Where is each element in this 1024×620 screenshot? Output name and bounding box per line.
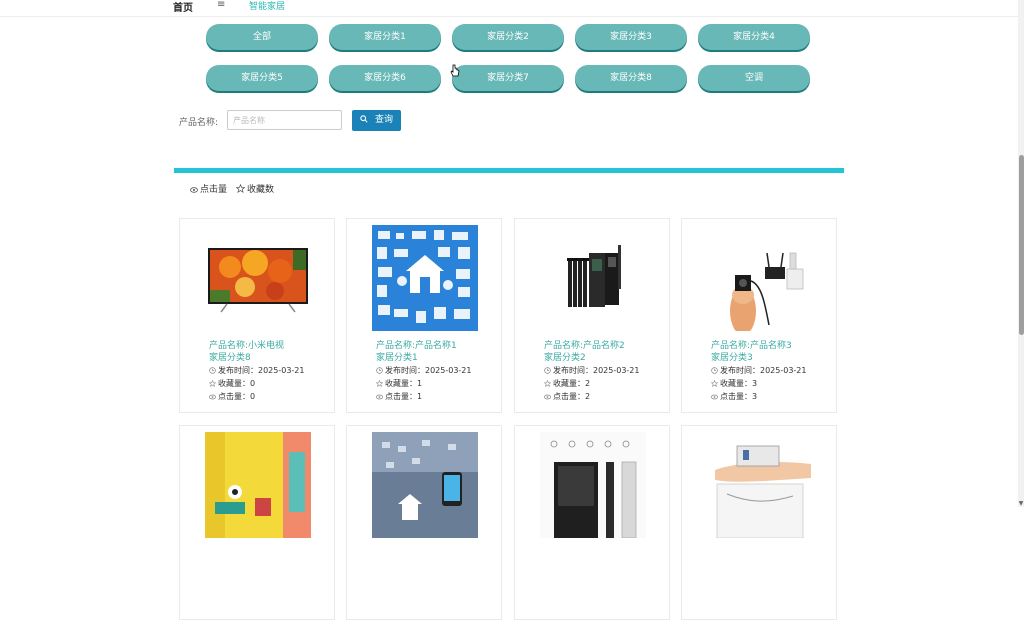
product-clicks: 点击量：1 — [376, 391, 422, 402]
product-image-smart-phone-home — [372, 432, 478, 538]
category-button-2[interactable]: 家居分类2 — [452, 24, 564, 50]
product-category: 家居分类1 — [376, 353, 418, 363]
clock-icon — [711, 367, 718, 374]
product-card[interactable]: 产品名称:产品名称3 家居分类3 发布时间：2025-03-21 收藏量：3 点… — [681, 218, 837, 413]
product-favorites: 收藏量：0 — [208, 378, 255, 389]
category-button-all[interactable]: 全部 — [206, 24, 318, 50]
eye-icon — [711, 394, 718, 400]
eye-icon — [544, 394, 551, 400]
product-card[interactable] — [346, 425, 502, 620]
star-icon — [235, 183, 246, 194]
product-clicks: 点击量：3 — [711, 391, 757, 402]
product-image-smart-home — [372, 225, 478, 331]
product-card[interactable] — [179, 425, 335, 620]
scrollbar-thumb[interactable] — [1019, 155, 1024, 335]
clock-icon — [544, 367, 551, 374]
product-card[interactable]: 产品名称:产品名称2 家居分类2 发布时间：2025-03-21 收藏量：2 点… — [514, 218, 670, 413]
product-image-gate — [540, 225, 646, 331]
category-button-4[interactable]: 家居分类4 — [698, 24, 810, 50]
breadcrumb-home[interactable]: 首页 — [173, 0, 193, 14]
product-category: 家居分类8 — [209, 353, 251, 363]
category-button-8[interactable]: 家居分类8 — [575, 65, 687, 91]
product-favorites: 收藏量：2 — [543, 378, 590, 389]
eye-icon — [376, 394, 383, 400]
product-image-tv — [205, 225, 311, 331]
product-publish-time: 发布时间：2025-03-21 — [544, 365, 640, 376]
breadcrumb: 首页 ≡ 智能家居 — [0, 0, 1018, 17]
product-category: 家居分类3 — [711, 353, 753, 363]
product-card[interactable] — [681, 425, 837, 620]
eye-icon — [209, 394, 216, 400]
search-button[interactable]: 查询 — [352, 110, 401, 131]
product-clicks: 点击量：0 — [209, 391, 255, 402]
product-publish-time: 发布时间：2025-03-21 — [711, 365, 807, 376]
star-icon — [543, 379, 552, 388]
product-card[interactable]: 产品名称:小米电视 家居分类8 发布时间：2025-03-21 收藏量：0 点击… — [179, 218, 335, 413]
breadcrumb-current[interactable]: 智能家居 — [249, 0, 285, 12]
sort-by-clicks[interactable]: 点击量 — [190, 182, 227, 195]
product-publish-time: 发布时间：2025-03-21 — [209, 365, 305, 376]
product-publish-time: 发布时间：2025-03-21 — [376, 365, 472, 376]
scroll-down-arrow-icon[interactable]: ▼ — [1018, 501, 1024, 507]
star-icon — [375, 379, 384, 388]
search-button-label: 查询 — [375, 115, 394, 125]
category-button-5[interactable]: 家居分类5 — [206, 65, 318, 91]
product-favorites: 收藏量：3 — [710, 378, 757, 389]
vertical-scrollbar[interactable]: ▼ — [1018, 0, 1024, 507]
category-button-7[interactable]: 家居分类7 — [452, 65, 564, 91]
product-name-label: 产品名称: — [179, 118, 219, 128]
sort-by-favorites[interactable]: 收藏数 — [235, 182, 275, 195]
product-image-smart-panel — [540, 432, 646, 538]
product-image-camera — [707, 225, 813, 331]
product-category: 家居分类2 — [544, 353, 586, 363]
menu-icon[interactable]: ≡ — [217, 0, 225, 10]
sort-by-favorites-label: 收藏数 — [247, 185, 275, 195]
mouse-cursor-icon — [450, 64, 460, 77]
product-favorites: 收藏量：1 — [375, 378, 422, 389]
star-icon — [710, 379, 719, 388]
product-image-living-room — [205, 432, 311, 538]
eye-icon — [190, 187, 198, 193]
product-card[interactable] — [514, 425, 670, 620]
sort-by-clicks-label: 点击量 — [200, 185, 228, 195]
category-button-1[interactable]: 家居分类1 — [329, 24, 441, 50]
star-icon — [208, 379, 217, 388]
product-clicks: 点击量：2 — [544, 391, 590, 402]
clock-icon — [376, 367, 383, 374]
product-card[interactable]: 产品名称:产品名称1 家居分类1 发布时间：2025-03-21 收藏量：1 点… — [346, 218, 502, 413]
section-divider — [174, 168, 844, 173]
category-button-3[interactable]: 家居分类3 — [575, 24, 687, 50]
product-name-search-input[interactable] — [227, 110, 342, 130]
category-button-6[interactable]: 家居分类6 — [329, 65, 441, 91]
search-icon — [360, 115, 368, 123]
clock-icon — [209, 367, 216, 374]
product-image-projector — [707, 432, 813, 538]
category-button-air-conditioner[interactable]: 空调 — [698, 65, 810, 91]
